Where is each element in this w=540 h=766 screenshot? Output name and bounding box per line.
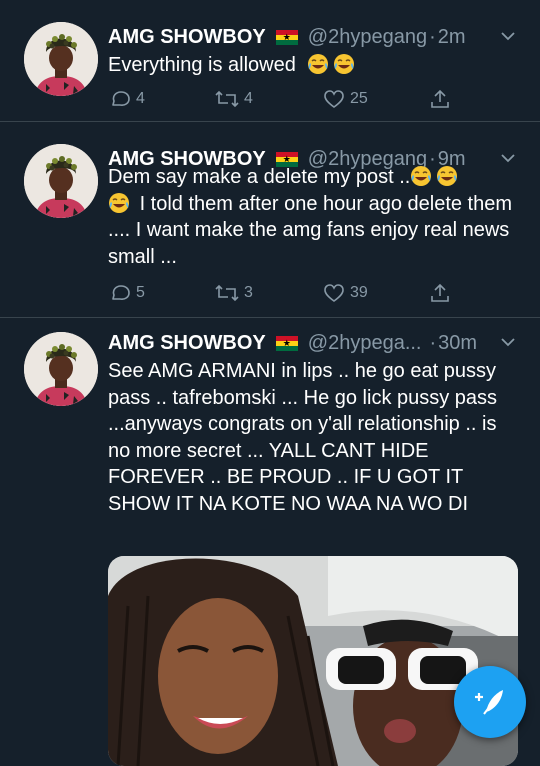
tweet-text-line: Everything is allowed — [108, 54, 296, 76]
timestamp[interactable]: 30m — [438, 330, 477, 356]
tweet-text: See AMG ARMANI in lips .. he go eat puss… — [108, 360, 498, 515]
separator-dot: · — [429, 26, 436, 48]
share-button[interactable] — [428, 281, 456, 305]
tweet-text-line: Dem say make a delete my post .. — [108, 166, 411, 188]
heart-icon — [324, 90, 344, 108]
share-button[interactable] — [428, 87, 456, 111]
retweet-count: 3 — [244, 284, 253, 301]
share-icon — [431, 283, 449, 302]
retweet-button[interactable]: 3 — [214, 281, 253, 305]
tweet[interactable]: AMG SHOWBOY ★ @2hypegang · 2m Everything… — [0, 0, 540, 122]
face-with-tears-of-joy-emoji — [436, 165, 458, 187]
like-button[interactable]: 25 — [322, 87, 368, 111]
tweet-text: Everything is allowed — [108, 52, 518, 79]
tweet-header: AMG SHOWBOY ★ @2hypegang · 2m — [108, 24, 466, 50]
reply-count: 4 — [136, 90, 145, 107]
separator-dot: · — [429, 332, 437, 354]
chevron-down-icon[interactable] — [500, 334, 516, 350]
tweet-actions: 4 4 25 — [108, 87, 468, 111]
ghana-flag-icon: ★ — [275, 335, 298, 351]
tweet-text: Dem say make a delete my post .. I told … — [108, 164, 518, 270]
tweet[interactable]: AMG SHOWBOY ★ @2hypegang · 9m Dem say ma… — [0, 122, 540, 318]
compose-tweet-button[interactable] — [454, 666, 526, 738]
avatar[interactable] — [24, 22, 98, 96]
author-name[interactable]: AMG SHOWBOY — [108, 330, 266, 356]
avatar[interactable] — [24, 332, 98, 406]
share-icon — [431, 89, 449, 108]
reply-count: 5 — [136, 284, 145, 301]
reply-button[interactable]: 5 — [108, 281, 145, 305]
retweet-icon — [215, 284, 239, 302]
author-name[interactable]: AMG SHOWBOY — [108, 24, 266, 50]
face-with-tears-of-joy-emoji — [108, 192, 130, 214]
retweet-count: 4 — [244, 90, 253, 107]
heart-icon — [324, 284, 344, 302]
face-with-tears-of-joy-emoji — [333, 53, 355, 75]
like-count: 25 — [350, 90, 368, 107]
reply-button[interactable]: 4 — [108, 87, 145, 111]
selfie-photo — [108, 556, 518, 766]
tweet-header: AMG SHOWBOY ★ @2hypega... · 30m — [108, 330, 477, 356]
chevron-down-icon[interactable] — [500, 28, 516, 44]
tweet-text-rest: I told them after one hour ago delete th… — [108, 192, 513, 268]
compose-tweet-icon — [475, 690, 503, 715]
retweet-button[interactable]: 4 — [214, 87, 253, 111]
face-with-tears-of-joy-emoji — [307, 53, 329, 75]
author-handle[interactable]: @2hypegang — [308, 24, 427, 50]
author-handle[interactable]: @2hypega... — [308, 330, 422, 356]
avatar[interactable] — [24, 144, 98, 218]
retweet-icon — [215, 90, 239, 108]
like-button[interactable]: 39 — [322, 281, 368, 305]
reply-icon — [112, 91, 130, 106]
face-with-tears-of-joy-emoji — [410, 165, 432, 187]
tweet-photo[interactable] — [108, 556, 518, 766]
like-count: 39 — [350, 284, 368, 301]
tweet-actions: 5 3 39 — [108, 281, 468, 305]
ghana-flag-icon: ★ — [275, 29, 298, 45]
reply-icon — [112, 285, 130, 300]
timestamp[interactable]: 2m — [438, 24, 466, 50]
